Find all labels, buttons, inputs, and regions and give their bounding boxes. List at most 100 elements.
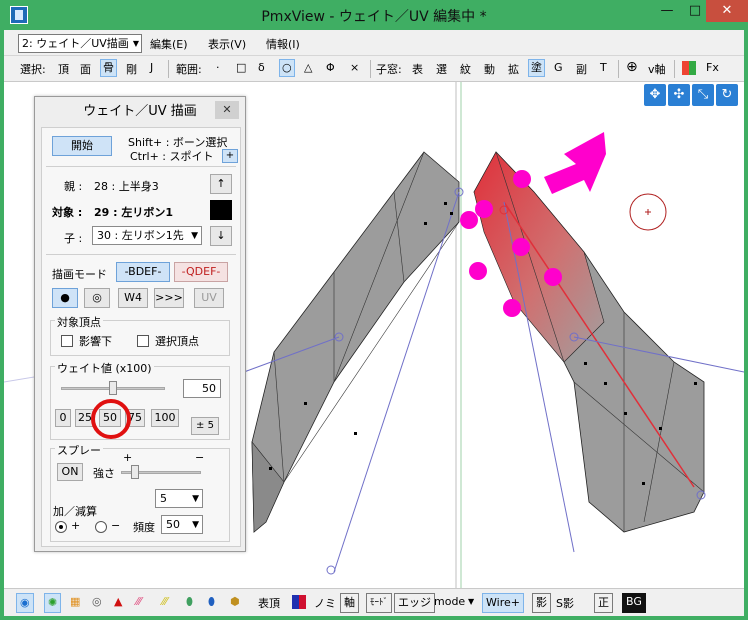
subwin-expand[interactable]: 拡 [508, 61, 519, 77]
mode-dropdown[interactable]: mode [434, 595, 465, 608]
joint-icon[interactable]: ⁄⁄⁄ [136, 595, 142, 608]
subwin-g[interactable]: G [554, 61, 563, 74]
brush-ring-button[interactable]: ◎ [84, 288, 110, 308]
strength-label: 強さ [93, 467, 115, 480]
range-triangle[interactable]: △ [304, 61, 312, 74]
range-delta[interactable]: δ [258, 61, 265, 74]
bg-button[interactable]: BG [622, 593, 646, 613]
subwin-pattern[interactable]: 紋 [460, 61, 471, 77]
v-axis-button[interactable]: v軸 [648, 61, 666, 77]
select-rigid[interactable]: 剛 [126, 61, 137, 77]
panel-close-button[interactable]: ✕ [215, 101, 239, 119]
subwin-select[interactable]: 選 [436, 61, 447, 77]
bdef-button[interactable]: -BDEF- [116, 262, 170, 282]
bone-joint[interactable] [326, 565, 336, 575]
fx-button[interactable]: Fx [706, 61, 719, 74]
vertex-display-icon[interactable]: ◉ [16, 593, 34, 613]
frequency-select-value: 50 [166, 518, 180, 531]
edge-button[interactable]: エッジ [394, 593, 435, 613]
menu-edit[interactable]: 編集(E) [150, 36, 188, 52]
subwin-t[interactable]: T [600, 61, 607, 74]
subwin-label: 子窓: [376, 63, 402, 76]
qdef-button[interactable]: -QDEF- [174, 262, 228, 282]
strength-select[interactable]: 5 ▼ [155, 489, 203, 508]
preset-0-button[interactable]: 0 [55, 409, 71, 427]
radio-minus[interactable] [95, 521, 107, 533]
rotate-view-icon[interactable]: ↻ [716, 84, 738, 106]
select-bone[interactable]: 骨 [100, 59, 117, 77]
radio-plus[interactable] [55, 521, 67, 533]
target-label: 対象 : [52, 206, 83, 219]
select-vertex[interactable]: 頂 [58, 61, 69, 77]
weight-slider-thumb[interactable] [109, 381, 117, 395]
select-face[interactable]: 面 [80, 61, 91, 77]
mode-select[interactable]: 2: ウェイト／UV描画 ▼ [18, 34, 142, 53]
selected-vertex-checkbox[interactable] [137, 335, 149, 347]
pan-view-icon[interactable]: ✣ [668, 84, 690, 106]
strength-slider-thumb[interactable] [131, 465, 139, 479]
nomi-button[interactable]: ノミ [314, 595, 336, 611]
zoom-view-icon[interactable]: ⤡ [692, 84, 714, 106]
morph-icon[interactable]: ⁄⁄⁄ [162, 595, 168, 608]
selected-vertex-label: 選択頂点 [155, 335, 199, 348]
bone-display-icon[interactable]: ◎ [92, 595, 102, 608]
axis-button[interactable]: 軸 [340, 593, 359, 613]
plus-button[interactable]: + [222, 149, 238, 163]
brush-solid-button[interactable]: ● [52, 288, 78, 308]
softbody-icon[interactable]: ⬮ [186, 595, 193, 609]
menu-info[interactable]: 情報(I) [266, 36, 300, 52]
move-view-icon[interactable]: ✥ [644, 84, 666, 106]
pm5-button[interactable]: ± 5 [191, 417, 219, 435]
weight-painted-area [473, 151, 605, 363]
strength-minus-sign: − [195, 451, 205, 464]
range-cross[interactable]: × [350, 61, 359, 74]
forward-button[interactable]: >>> [154, 288, 184, 308]
grid-icon[interactable] [682, 61, 696, 75]
left-ribbon-mesh[interactable] [251, 151, 460, 533]
close-button[interactable]: ✕ [706, 0, 748, 22]
start-button[interactable]: 開始 [52, 136, 112, 156]
range-rect[interactable]: □ [236, 61, 246, 74]
texture-icon[interactable]: ▦ [70, 595, 80, 608]
ctrl-hint: Ctrl+ : スポイト [130, 150, 214, 163]
toolbar: 選択: 頂 面 骨 剛 J 範囲: · □ δ ○ △ Φ × 子窓: 表 選 … [4, 56, 744, 82]
show-vertex-button[interactable]: 表頂 [258, 595, 280, 611]
shadow-button[interactable]: 影 [532, 593, 551, 613]
rigid-icon[interactable]: ▲ [114, 595, 122, 608]
menu-view[interactable]: 表示(V) [208, 36, 246, 52]
spray-on-button[interactable]: ON [57, 463, 83, 481]
mode-icon-button[interactable]: ﾓｰﾄﾞ [366, 593, 393, 613]
influence-checkbox[interactable] [61, 335, 73, 347]
vertex-marker [544, 268, 562, 286]
preset-100-button[interactable]: 100 [151, 409, 179, 427]
child-down-button[interactable]: ↓ [210, 226, 232, 246]
uv-button[interactable]: UV [194, 288, 224, 308]
wire-button[interactable]: Wire+ [482, 593, 524, 613]
minimize-button[interactable]: — [654, 0, 680, 22]
range-point[interactable]: · [216, 61, 220, 74]
bottom-toolbar: ◉ ✺ ▦ ◎ ▲ ⁄⁄⁄ ⁄⁄⁄ ⬮ ⬮ ⬢ 表頂 ノミ 軸 ﾓｰﾄﾞ エッジ… [4, 588, 744, 616]
weight-value-input[interactable]: 50 [183, 379, 221, 398]
parent-up-button[interactable]: ↑ [210, 174, 232, 194]
select-joint[interactable]: J [150, 61, 153, 74]
target-vertex-group: 対象頂点 影響下 選択頂点 [50, 314, 230, 356]
subwin-paint[interactable]: 塗 [528, 59, 545, 77]
subwin-sub[interactable]: 副 [576, 61, 587, 77]
range-phi[interactable]: Φ [326, 61, 335, 74]
self-shadow-button[interactable]: S影 [556, 595, 574, 611]
color-swatch-icon[interactable] [292, 595, 306, 609]
target-icon[interactable]: ⊕ [626, 59, 638, 75]
physics-icon[interactable]: ⬢ [230, 595, 240, 608]
subwin-table[interactable]: 表 [412, 61, 423, 77]
frequency-select[interactable]: 50 ▼ [161, 515, 203, 534]
front-button[interactable]: 正 [594, 593, 613, 613]
child-select[interactable]: 30 : 左リボン1先 ▼ [92, 226, 202, 245]
ik-icon[interactable]: ⬮ [208, 595, 215, 609]
subwin-move[interactable]: 動 [484, 61, 495, 77]
target-color-swatch[interactable] [210, 200, 232, 220]
maximize-button[interactable]: □ [682, 0, 708, 22]
strength-select-value: 5 [160, 492, 167, 505]
w4-button[interactable]: W4 [118, 288, 148, 308]
range-circle[interactable]: ○ [279, 59, 295, 77]
mesh-display-icon[interactable]: ✺ [44, 593, 62, 613]
